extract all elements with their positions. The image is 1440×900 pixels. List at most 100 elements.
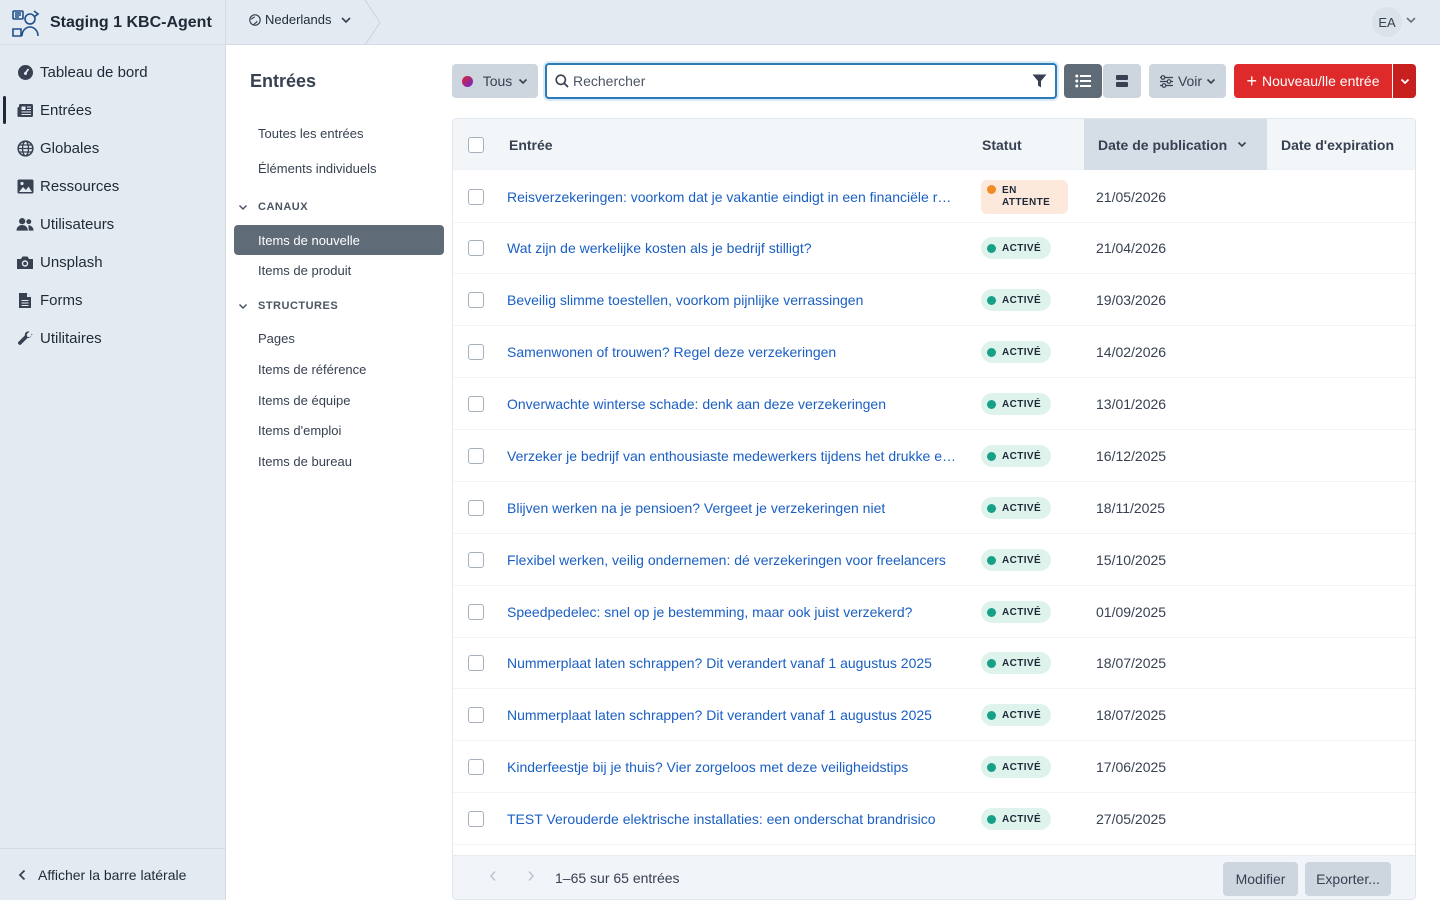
nav-label: Unsplash xyxy=(40,253,103,271)
row-checkbox[interactable] xyxy=(468,292,484,308)
table-row[interactable]: Blijven werken na je pensioen? Vergeet j… xyxy=(453,482,1415,534)
row-checkbox[interactable] xyxy=(468,396,484,412)
entry-title-link[interactable]: Wat zijn de werkelijke kosten als je bed… xyxy=(507,222,959,274)
entry-title-text: Verzeker je bedrijf van enthousiaste med… xyxy=(507,448,959,464)
nav-item-entries[interactable]: Entrées xyxy=(0,91,226,129)
entry-title-link[interactable]: Beveilig slimme toestellen, voorkom pijn… xyxy=(507,274,959,326)
entry-title-link[interactable]: Onverwachte winterse schade: denk aan de… xyxy=(507,378,959,430)
nav-item-assets[interactable]: Ressources xyxy=(0,167,226,205)
table-row[interactable]: Verzeker je bedrijf van enthousiaste med… xyxy=(453,430,1415,482)
table-row[interactable]: Speedpedelec: snel op je bestemming, maa… xyxy=(453,586,1415,638)
table-row[interactable]: Flexibel werken, veilig ondernemen: dé v… xyxy=(453,534,1415,586)
nav-item-unsplash[interactable]: Unsplash xyxy=(0,243,226,281)
export-button[interactable]: Exporter... xyxy=(1305,862,1391,896)
image-icon xyxy=(16,177,34,195)
entry-title-link[interactable]: Nummerplaat laten schrappen? Dit verande… xyxy=(507,637,959,689)
subnav-reference-items[interactable]: Items de référence xyxy=(234,354,444,384)
nav-item-utilities[interactable]: Utilitaires xyxy=(0,319,226,357)
select-all-cell[interactable] xyxy=(468,119,484,170)
table-row[interactable]: Beveilig slimme toestellen, voorkom pijn… xyxy=(453,274,1415,326)
subnav-job-items[interactable]: Items d'emploi xyxy=(234,415,444,445)
subnav-office-items[interactable]: Items de bureau xyxy=(234,446,444,476)
entry-title-link[interactable]: Verzeker je bedrijf van enthousiaste med… xyxy=(507,430,959,482)
sliders-icon xyxy=(1159,74,1173,88)
subnav-product-items[interactable]: Items de produit xyxy=(234,255,444,285)
column-header-published[interactable]: Date de publication xyxy=(1084,119,1267,170)
entry-title-link[interactable]: Samenwonen of trouwen? Regel deze verzek… xyxy=(507,326,959,378)
show-sidebar-toggle[interactable]: Afficher la barre latérale xyxy=(0,848,226,900)
column-header-status[interactable]: Statut xyxy=(982,119,1022,170)
channels-heading[interactable]: CANAUX xyxy=(238,197,308,217)
subnav-all-entries[interactable]: Toutes les entrées xyxy=(234,118,444,148)
nav-item-forms[interactable]: Forms xyxy=(0,281,226,319)
user-menu-chevron-icon[interactable] xyxy=(1405,16,1417,24)
row-checkbox[interactable] xyxy=(468,344,484,360)
nav-item-dashboard[interactable]: Tableau de bord xyxy=(0,53,226,91)
table-row[interactable]: Onverwachte winterse schade: denk aan de… xyxy=(453,378,1415,430)
language-selector[interactable]: Nederlands xyxy=(249,12,352,27)
channels-heading-label: CANAUX xyxy=(258,201,309,213)
next-page-icon[interactable] xyxy=(527,870,535,882)
table-row[interactable]: Wat zijn de werkelijke kosten als je bed… xyxy=(453,222,1415,274)
chevron-down-icon xyxy=(1400,78,1409,84)
list-view-button[interactable] xyxy=(1064,64,1102,98)
entry-title-link[interactable]: Kinderfeestje bij je thuis? Vier zorgelo… xyxy=(507,741,959,793)
subnav-team-items[interactable]: Items de équipe xyxy=(234,385,444,415)
row-checkbox[interactable] xyxy=(468,552,484,568)
edit-button[interactable]: Modifier xyxy=(1223,862,1298,896)
row-checkbox[interactable] xyxy=(468,448,484,464)
entry-title-link[interactable]: TEST Verouderde elektrische installaties… xyxy=(507,793,959,845)
site-color-icon xyxy=(461,75,473,87)
row-checkbox[interactable] xyxy=(468,707,484,723)
column-header-entry[interactable]: Entrée xyxy=(509,119,553,170)
status-badge: ACTIVÉ xyxy=(981,601,1052,623)
subnav-news-items[interactable]: Items de nouvelle xyxy=(234,225,444,255)
brand[interactable]: Staging 1 KBC-Agent xyxy=(0,0,226,45)
nav-label: Ressources xyxy=(40,177,120,195)
row-checkbox[interactable] xyxy=(468,655,484,671)
previous-page-icon[interactable] xyxy=(489,870,497,882)
row-checkbox[interactable] xyxy=(468,500,484,516)
row-checkbox[interactable] xyxy=(468,759,484,775)
new-entry-menu-button[interactable] xyxy=(1393,64,1416,98)
pending-status-dot-icon xyxy=(987,185,996,194)
row-checkbox[interactable] xyxy=(468,811,484,827)
search-icon xyxy=(555,74,569,88)
status-text: ACTIVÉ xyxy=(1002,398,1042,410)
column-header-expiry[interactable]: Date d'expiration xyxy=(1281,119,1394,170)
entry-title-text: Onverwachte winterse schade: denk aan de… xyxy=(507,396,886,412)
subnav-singles[interactable]: Éléments individuels xyxy=(234,153,444,183)
published-date: 19/03/2026 xyxy=(1096,292,1167,308)
row-checkbox[interactable] xyxy=(468,240,484,256)
entry-title-link[interactable]: Blijven werken na je pensioen? Vergeet j… xyxy=(507,482,959,534)
entry-title-link[interactable]: Flexibel werken, veilig ondernemen: dé v… xyxy=(507,534,959,586)
status-cell: ACTIVÉ xyxy=(981,393,1052,415)
nav-item-globals[interactable]: Globales xyxy=(0,129,226,167)
table-row[interactable]: Reisverzekeringen: voorkom dat je vakant… xyxy=(453,171,1415,223)
user-avatar[interactable]: EA xyxy=(1372,7,1402,37)
nav-item-users[interactable]: Utilisateurs xyxy=(0,205,226,243)
entry-title-link[interactable]: Nummerplaat laten schrappen? Dit verande… xyxy=(507,689,959,741)
subnav-pages[interactable]: Pages xyxy=(234,323,444,353)
search-input[interactable] xyxy=(573,73,1013,89)
row-checkbox[interactable] xyxy=(468,189,484,205)
site-filter-button[interactable]: Tous xyxy=(452,64,538,98)
status-cell: ACTIVÉ xyxy=(981,601,1052,623)
table-row[interactable]: Kinderfeestje bij je thuis? Vier zorgelo… xyxy=(453,741,1415,793)
entry-title-text: Wat zijn de werkelijke kosten als je bed… xyxy=(507,240,812,256)
table-row[interactable]: TEST Verouderde elektrische installaties… xyxy=(453,793,1415,845)
table-row[interactable]: Nummerplaat laten schrappen? Dit verande… xyxy=(453,637,1415,689)
filter-icon[interactable] xyxy=(1032,74,1047,88)
table-row[interactable]: Nummerplaat laten schrappen? Dit verande… xyxy=(453,689,1415,741)
new-entry-button[interactable]: + Nouveau/lle entrée xyxy=(1234,64,1392,98)
table-row[interactable]: Samenwonen of trouwen? Regel deze verzek… xyxy=(453,326,1415,378)
active-status-dot-icon xyxy=(987,710,996,720)
select-all-checkbox[interactable] xyxy=(468,136,484,153)
row-checkbox[interactable] xyxy=(468,604,484,620)
entry-title-link[interactable]: Speedpedelec: snel op je bestemming, maa… xyxy=(507,586,959,638)
view-options-button[interactable]: Voir xyxy=(1149,64,1226,98)
structures-heading[interactable]: STRUCTURES xyxy=(238,296,338,316)
structure-view-button[interactable] xyxy=(1103,64,1141,98)
active-status-dot-icon xyxy=(987,295,996,305)
entry-title-link[interactable]: Reisverzekeringen: voorkom dat je vakant… xyxy=(507,171,959,223)
